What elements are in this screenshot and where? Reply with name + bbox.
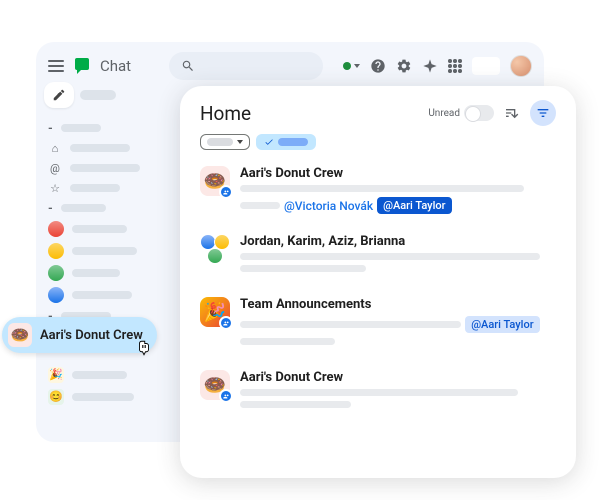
sort-icon[interactable] [504, 105, 520, 121]
mention-chip[interactable]: @Aari Taylor [377, 197, 451, 214]
sparkle-icon[interactable] [422, 58, 438, 74]
chevron-down-icon [354, 64, 360, 68]
brand-name: Chat [100, 57, 131, 75]
home-panel: Home Unread 🍩 [180, 86, 576, 478]
space-badge-icon [219, 185, 233, 199]
sidebar-item[interactable]: ⌂ [44, 138, 186, 158]
avatar-icon [48, 221, 64, 237]
toggle-track [464, 105, 494, 121]
profile-avatar[interactable] [510, 55, 532, 77]
home-icon: ⌂ [48, 141, 62, 155]
avatar-icon [48, 265, 64, 281]
sidebar-item[interactable]: 🎉 [44, 364, 186, 386]
conversation-title: Aari's Donut Crew [240, 370, 556, 385]
space-badge-icon [219, 316, 233, 330]
panel-title: Home [200, 102, 251, 125]
sidebar-item[interactable]: 😊 [44, 386, 186, 408]
menu-icon[interactable] [48, 58, 64, 74]
space-icon: 😊 [48, 389, 64, 405]
space-icon: 🎉 [48, 367, 64, 383]
filter-icon [535, 105, 551, 121]
hover-tooltip-chip[interactable]: 🍩 Aari's Donut Crew [2, 317, 157, 353]
space-avatar: 🍩 [200, 166, 230, 196]
apps-grid-icon[interactable] [448, 59, 462, 73]
sidebar-item[interactable] [44, 284, 186, 306]
mention-link[interactable]: @Victoria Novák [284, 199, 373, 213]
compose-icon [52, 88, 66, 102]
filter-button[interactable] [530, 100, 556, 126]
compose-button[interactable] [44, 82, 74, 108]
space-badge-icon [219, 389, 233, 403]
conversation-title: Jordan, Karim, Aziz, Brianna [240, 234, 556, 249]
sidebar-section-header[interactable]: - [44, 198, 186, 218]
mark-chat-icon [467, 109, 475, 117]
conversation-item[interactable]: 🍩 Aari's Donut Crew [200, 370, 556, 413]
unread-toggle[interactable]: Unread [428, 105, 494, 121]
sidebar-item[interactable] [44, 218, 186, 240]
search-icon [181, 59, 195, 73]
avatar-icon [48, 243, 64, 259]
space-avatar: 🍩 [200, 370, 230, 400]
sidebar-item[interactable]: ☆ [44, 178, 186, 198]
status-indicator[interactable] [343, 62, 360, 70]
search-input[interactable] [169, 52, 323, 80]
sidebar-item[interactable]: @ [44, 158, 186, 178]
unread-label: Unread [428, 108, 460, 119]
conversation-item[interactable]: 🎉 Team Announcements @Aari Taylor [200, 297, 556, 350]
star-icon: ☆ [48, 181, 62, 195]
tooltip-label: Aari's Donut Crew [40, 328, 143, 343]
space-avatar: 🎉 [200, 297, 230, 327]
sidebar-item[interactable] [44, 240, 186, 262]
conversation-title: Team Announcements [240, 297, 556, 312]
chevron-down-icon [237, 140, 243, 144]
sidebar-skeleton [80, 90, 116, 100]
gear-icon[interactable] [396, 58, 412, 74]
active-filter-chip[interactable] [256, 134, 316, 150]
header-actions [343, 55, 532, 77]
status-dot-icon [343, 62, 351, 70]
account-chip[interactable] [472, 57, 500, 75]
sidebar-item[interactable] [44, 262, 186, 284]
cursor-icon [135, 339, 153, 357]
help-icon[interactable] [370, 58, 386, 74]
mention-chip[interactable]: @Aari Taylor [465, 316, 539, 333]
conversation-item[interactable]: Jordan, Karim, Aziz, Brianna [200, 234, 556, 277]
filter-dropdown[interactable] [200, 134, 250, 150]
chat-logo [72, 56, 92, 76]
donut-icon: 🍩 [8, 323, 32, 347]
conversation-item[interactable]: 🍩 Aari's Donut Crew @Victoria Novák @Aar… [200, 166, 556, 214]
group-avatar [200, 234, 230, 264]
check-icon [264, 137, 274, 147]
conversation-title: Aari's Donut Crew [240, 166, 556, 181]
conversation-list: 🍩 Aari's Donut Crew @Victoria Novák @Aar… [200, 166, 556, 413]
avatar-icon [48, 287, 64, 303]
mention-icon: @ [48, 161, 62, 175]
sidebar: - ⌂ @ ☆ - - 🍩 🎉 😊 [44, 82, 186, 408]
sidebar-section-header[interactable]: - [44, 118, 186, 138]
